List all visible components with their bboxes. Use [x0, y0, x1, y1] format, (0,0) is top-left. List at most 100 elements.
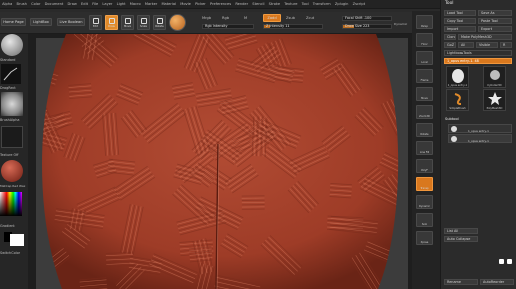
rgb-button[interactable]: Rgb	[222, 16, 229, 20]
menu-item-draw[interactable]: Draw	[65, 0, 79, 8]
subtool-header[interactable]: Subtool	[445, 117, 459, 121]
scale-icon	[141, 18, 147, 24]
home-page-button[interactable]: Home Page	[1, 18, 26, 26]
zcut-button[interactable]: Zcut	[306, 16, 314, 20]
menu-item-picker[interactable]: Picker	[193, 0, 208, 8]
menu-item-layer[interactable]: Layer	[100, 0, 114, 8]
import-button[interactable]: Import	[444, 26, 476, 32]
auto-collapse-button[interactable]: Auto Collapse	[444, 236, 478, 242]
arrow-down-icon[interactable]	[507, 259, 512, 264]
gradient-label: Gradient	[0, 224, 15, 228]
tool-thumb-polymesh[interactable]: PolyMesh3D	[483, 89, 506, 111]
switch-color-button[interactable]: SwitchColor	[0, 251, 28, 255]
paste-tool-button[interactable]: Paste Tool	[478, 18, 512, 24]
menu-item-color[interactable]: Color	[29, 0, 43, 8]
edit-mode-button[interactable]: Edit	[89, 15, 102, 30]
save-as-button[interactable]: Save As	[478, 10, 512, 16]
menu-item-movie[interactable]: Movie	[178, 0, 193, 8]
sculpt-mesh[interactable]	[28, 34, 412, 289]
current-tool-slider[interactable]: 1_opus entry-1. 48	[444, 58, 512, 64]
tool-thumb-simplebrush[interactable]: SimpleBrush	[446, 89, 469, 111]
subtool-thumb-icon	[451, 136, 457, 142]
shelf-button-line-fill[interactable]: Line Fill	[416, 141, 433, 155]
menu-item-texture[interactable]: Texture	[282, 0, 299, 8]
menu-item-brush[interactable]: Brush	[14, 0, 29, 8]
shelf-button-local[interactable]: Local	[416, 51, 433, 65]
autoreorder-button[interactable]: AutoReorder	[480, 279, 514, 285]
menu-item-stencil[interactable]: Stencil	[250, 0, 266, 8]
texture-label: Texture Off	[0, 153, 19, 157]
z-intensity-slider[interactable]: Z Intensity 11	[263, 24, 323, 29]
shelf-button-floor[interactable]: Floor	[416, 33, 433, 47]
focal-shift-slider[interactable]: Focal Shift -100	[342, 16, 392, 21]
menu-item-zplugin[interactable]: Zplugin	[333, 0, 351, 8]
menu-item-file[interactable]: File	[90, 0, 100, 8]
texture-thumbnail[interactable]	[1, 126, 23, 148]
material-thumbnail[interactable]	[1, 160, 23, 182]
alpha-thumbnail[interactable]	[1, 92, 23, 116]
menu-item-preferences[interactable]: Preferences	[208, 0, 233, 8]
r-button[interactable]: R	[500, 42, 512, 48]
opus-tool-icon	[452, 69, 464, 83]
shelf-button-polyf[interactable]: PolyF	[416, 159, 433, 173]
brush-thumbnail[interactable]	[1, 34, 23, 56]
draw-size-slider[interactable]: Draw Size 223	[342, 24, 392, 29]
clone-button[interactable]: Clone	[444, 34, 456, 40]
zadd-button[interactable]: Zadd	[263, 14, 281, 22]
shelf-button-xpose[interactable]: Xpose	[416, 231, 433, 245]
shelf-button-move[interactable]: Move	[416, 87, 433, 101]
dynamic-button[interactable]: Dynamic	[394, 22, 407, 26]
shelf-button-solo[interactable]: Solo	[416, 213, 433, 227]
menu-item-transform[interactable]: Transform	[311, 0, 333, 8]
simplebrush-icon	[454, 93, 462, 105]
rotate-icon	[157, 18, 163, 24]
all-button[interactable]: All	[458, 42, 474, 48]
tool-thumb-opus[interactable]: 1_opus entry-1	[446, 66, 469, 88]
lightbox-tools-button[interactable]: Lightbox▸Tools	[444, 50, 512, 56]
list-all-button[interactable]: List All	[444, 228, 478, 234]
menu-item-zscript[interactable]: Zscript	[351, 0, 368, 8]
shelf-button-dynamic[interactable]: Dynamic	[416, 195, 433, 209]
shelf-button-persp[interactable]: Persp	[416, 15, 433, 29]
visible-button[interactable]: Visible	[476, 42, 498, 48]
rename-button[interactable]: Rename	[444, 279, 478, 285]
menu-item-render[interactable]: Render	[233, 0, 250, 8]
copy-tool-button[interactable]: Copy Tool	[444, 18, 476, 24]
arrow-up-icon[interactable]	[499, 259, 504, 264]
menu-item-macro[interactable]: Macro	[128, 0, 143, 8]
menu-item-alpha[interactable]: Alpha	[0, 0, 14, 8]
rgb-intensity-slider[interactable]: Rgb Intensity	[202, 24, 254, 29]
viewport[interactable]	[28, 34, 412, 289]
subtool-item-2[interactable]: 1_opus entry-1	[448, 134, 512, 143]
menu-item-material[interactable]: Material	[159, 0, 178, 8]
shelf-button-frame[interactable]: Frame	[416, 69, 433, 83]
stroke-thumbnail[interactable]	[1, 64, 21, 84]
mrgb-button[interactable]: Mrgb	[202, 16, 211, 20]
live-boolean-button[interactable]: Live Boolean	[57, 18, 85, 26]
export-button[interactable]: Export	[478, 26, 512, 32]
menu-item-light[interactable]: Light	[115, 0, 128, 8]
goz-button[interactable]: GoZ	[444, 42, 456, 48]
shelf-button-rotate[interactable]: Rotate	[416, 123, 433, 137]
make-polymesh-button[interactable]: Make PolyMesh3D	[458, 34, 512, 40]
menu-item-stroke[interactable]: Stroke	[267, 0, 283, 8]
color-picker[interactable]	[0, 192, 22, 216]
m-button[interactable]: M	[244, 16, 247, 20]
menu-item-edit[interactable]: Edit	[79, 0, 90, 8]
rotate-mode-button[interactable]: Rotate	[153, 15, 166, 30]
zsub-button[interactable]: Zsub	[286, 16, 295, 20]
shelf-button-transp[interactable]: Transp	[416, 177, 433, 191]
scale-mode-button[interactable]: Scale	[137, 15, 150, 30]
tool-thumb-cylinder[interactable]: Cylinder3D	[483, 66, 506, 88]
shelf-button-zoom3d[interactable]: Zoom3D	[416, 105, 433, 119]
move-mode-button[interactable]: Move	[121, 15, 134, 30]
menu-item-document[interactable]: Document	[43, 0, 66, 8]
subtool-item-1[interactable]: 1_opus entry-1	[448, 124, 512, 133]
primary-color-swatch[interactable]	[10, 234, 24, 246]
load-tool-button[interactable]: Load Tool	[444, 10, 476, 16]
lightbox-button[interactable]: LightBox	[30, 18, 52, 26]
menu-item-tool[interactable]: Tool	[300, 0, 311, 8]
material-sphere-button[interactable]	[169, 14, 186, 31]
draw-mode-button[interactable]: Draw	[105, 15, 118, 30]
menu-item-marker[interactable]: Marker	[143, 0, 160, 8]
